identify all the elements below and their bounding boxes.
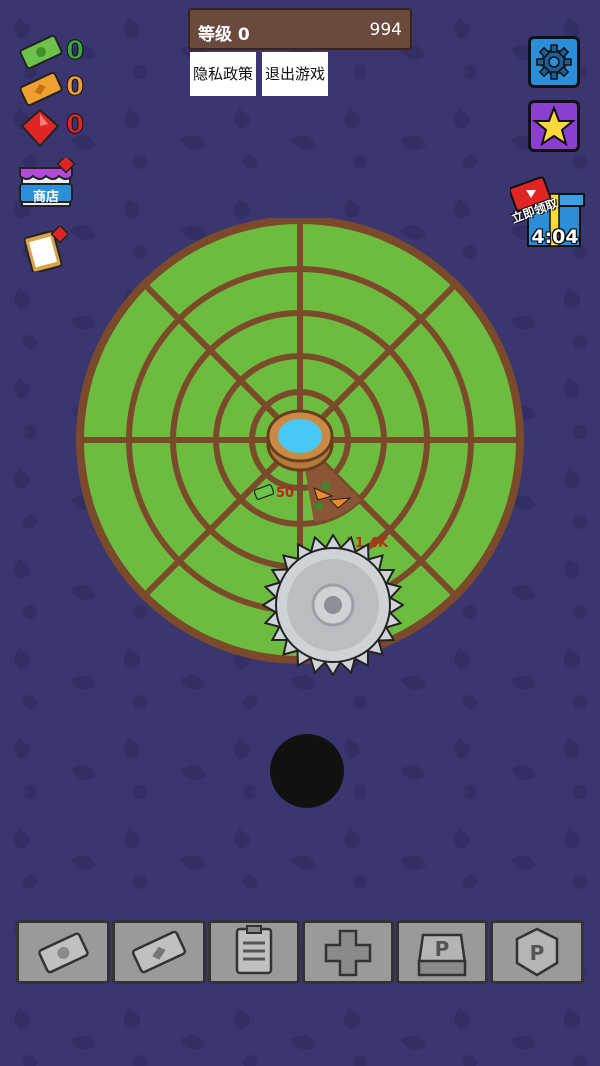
shop-button[interactable]: 商店: [16, 154, 76, 210]
bottom-slot-p-coin[interactable]: P: [490, 920, 584, 984]
clipboard-icon: [235, 925, 273, 975]
water-well[interactable]: [266, 409, 334, 472]
xp-value: 994: [369, 20, 402, 40]
p-coin-icon: P: [515, 927, 559, 977]
cash-popup-value: 50: [276, 486, 295, 501]
bottom-slot-ticket[interactable]: [112, 920, 206, 984]
ticket-icon: [19, 71, 63, 107]
p-chest-icon: P: [417, 933, 467, 977]
svg-text:P: P: [435, 937, 450, 961]
bottom-slot-cash[interactable]: [16, 920, 110, 984]
exit-game-button[interactable]: 退出游戏: [262, 52, 328, 96]
bottom-slot-clipboard[interactable]: [208, 920, 300, 984]
favorite-button[interactable]: [528, 100, 580, 152]
shop-label: 商店: [32, 190, 59, 205]
quest-clipboard-button[interactable]: [24, 226, 68, 272]
cash-count: 0: [65, 36, 85, 67]
gem-icon: [20, 108, 60, 148]
svg-text:P: P: [530, 941, 545, 965]
plus-icon: [324, 929, 372, 977]
cash-popup-icon: [254, 484, 274, 500]
cash-icon: [38, 932, 89, 974]
privacy-policy-button[interactable]: 隐私政策: [190, 52, 256, 96]
bottom-slot-plus[interactable]: [302, 920, 394, 984]
joystick[interactable]: [270, 734, 344, 808]
bottom-slot-p-chest[interactable]: P: [396, 920, 488, 984]
gem-count: 0: [65, 110, 85, 141]
settings-button[interactable]: [528, 36, 580, 88]
gift-timer: 4:04: [531, 226, 579, 248]
gear-icon: [536, 44, 572, 80]
star-icon: [532, 105, 576, 147]
level-label: 等级 0: [198, 25, 250, 45]
ticket-count: 0: [65, 72, 85, 103]
level-bar: 等级 0 994: [188, 8, 412, 50]
saw-blade[interactable]: [262, 534, 404, 676]
ticket-icon: [131, 930, 187, 974]
cash-icon: [19, 34, 63, 70]
